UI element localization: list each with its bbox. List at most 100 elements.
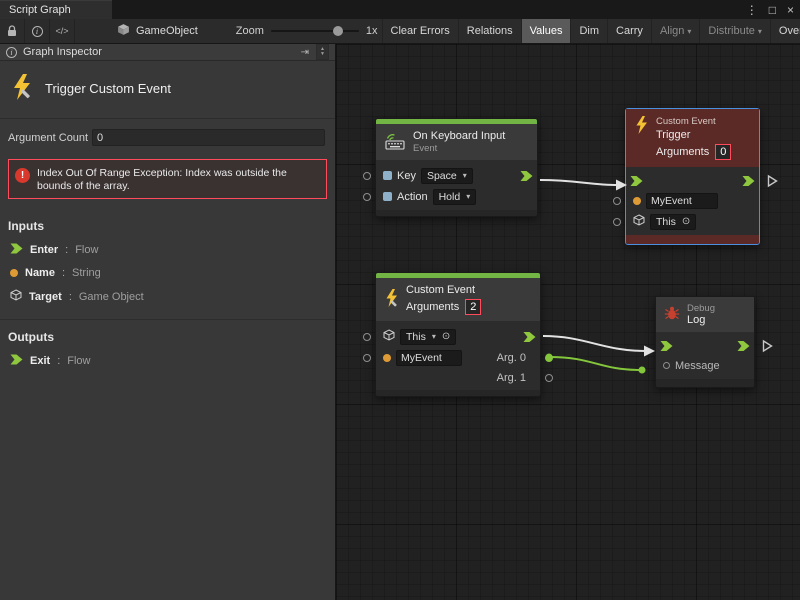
node-debug-log[interactable]: Debug Log Message bbox=[655, 296, 755, 388]
gameobject-cube-icon bbox=[383, 329, 395, 344]
port-row-enter: Enter : Flow bbox=[10, 243, 327, 257]
flow-input-port[interactable] bbox=[630, 176, 643, 187]
error-message-box: ! Index Out Of Range Exception: Index wa… bbox=[8, 159, 327, 199]
flow-output-port[interactable] bbox=[523, 331, 536, 342]
gameobject-cube-icon bbox=[633, 214, 645, 229]
inspector-title: Graph Inspector bbox=[23, 46, 102, 58]
node-footer bbox=[376, 210, 537, 216]
values-button[interactable]: Values bbox=[521, 19, 571, 43]
node-category: Custom Event bbox=[656, 116, 731, 127]
flow-output-port[interactable] bbox=[737, 341, 750, 352]
zoom-slider[interactable] bbox=[271, 25, 359, 37]
target-dropdown[interactable]: This ⊙ bbox=[650, 214, 696, 230]
inputs-title: Inputs bbox=[8, 219, 327, 233]
chevron-down-icon: ▾ bbox=[432, 332, 436, 341]
gameobject-cube-icon bbox=[10, 289, 22, 304]
keycode-type-icon bbox=[383, 171, 392, 180]
gameobject-selector[interactable]: GameObject bbox=[107, 19, 208, 43]
wire-endpoint-dot bbox=[639, 367, 646, 374]
event-name-input[interactable] bbox=[646, 193, 718, 209]
port-row-target: This ▾ ⊙ bbox=[376, 326, 540, 347]
overview-button[interactable]: Overview bbox=[770, 19, 800, 43]
node-footer bbox=[376, 390, 540, 396]
scroll-arrows-icon[interactable]: ▲ ▼ bbox=[316, 44, 329, 60]
info-icon[interactable]: i bbox=[25, 19, 50, 43]
node-header: Custom Event Trigger Arguments 0 bbox=[626, 109, 759, 167]
message-input-port[interactable] bbox=[663, 362, 670, 369]
wire-arguments-to-log[interactable] bbox=[543, 336, 646, 351]
object-picker-icon: ⊙ bbox=[442, 331, 450, 342]
lightning-icon bbox=[10, 74, 34, 103]
graph-canvas[interactable]: On Keyboard Input Event Key Space ▾ bbox=[336, 44, 800, 600]
inputs-section: Inputs Enter : Flow Name : String Target… bbox=[0, 209, 335, 316]
arg1-output-port[interactable] bbox=[545, 374, 553, 382]
input-port[interactable] bbox=[363, 354, 371, 362]
node-header: Debug Log bbox=[656, 297, 754, 332]
lock-icon[interactable] bbox=[0, 19, 25, 43]
flow-output-port[interactable] bbox=[742, 176, 755, 187]
arg0-output-port[interactable] bbox=[545, 354, 553, 362]
play-triangle-icon[interactable] bbox=[762, 340, 773, 353]
selected-node-title-block: Trigger Custom Event bbox=[0, 61, 335, 119]
relations-button[interactable]: Relations bbox=[458, 19, 521, 43]
dock-icon[interactable]: ⇥ bbox=[301, 47, 309, 58]
message-label: Message bbox=[675, 360, 720, 372]
graph-toolbar: i </> GameObject Zoom 1x Clear Errors Re… bbox=[0, 19, 800, 44]
play-triangle-icon[interactable] bbox=[767, 175, 778, 188]
port-row-action: Action Hold ▾ bbox=[376, 186, 537, 207]
node-title: Log bbox=[687, 314, 715, 326]
lightning-icon bbox=[634, 116, 649, 137]
lightning-icon bbox=[384, 289, 399, 310]
unity-visual-scripting-window: Script Graph ⋮ □ × i </> GameObject Zoom… bbox=[0, 0, 800, 600]
node-body: Message bbox=[656, 332, 754, 379]
flow-output-port[interactable] bbox=[520, 170, 533, 181]
key-dropdown[interactable]: Space ▾ bbox=[421, 168, 473, 184]
arg1-label: Arg. 1 bbox=[497, 372, 526, 384]
target-dropdown[interactable]: This ▾ ⊙ bbox=[400, 329, 456, 345]
flow-port-row bbox=[626, 172, 759, 190]
node-footer bbox=[656, 379, 754, 387]
zoom-value: 1x bbox=[366, 25, 378, 37]
node-title: Custom Event bbox=[406, 284, 481, 296]
gameobject-label: GameObject bbox=[136, 25, 198, 37]
node-custom-event[interactable]: Custom Event Arguments 2 This ▾ ⊙ bbox=[375, 272, 541, 397]
port-row-name: Name : String bbox=[10, 267, 327, 279]
chevron-down-icon: ▾ bbox=[463, 171, 467, 180]
input-port[interactable] bbox=[363, 333, 371, 341]
keyboard-icon bbox=[384, 132, 406, 153]
input-port[interactable] bbox=[613, 197, 621, 205]
toolbar-buttons: Clear Errors Relations Values Dim Carry … bbox=[382, 19, 800, 43]
code-icon[interactable]: </> bbox=[50, 19, 75, 43]
maximize-icon[interactable]: □ bbox=[769, 3, 776, 17]
distribute-button[interactable]: Distribute ▾ bbox=[699, 19, 769, 43]
argument-count-row: Argument Count bbox=[0, 119, 335, 150]
action-dropdown[interactable]: Hold ▾ bbox=[433, 189, 477, 205]
node-trigger-custom-event[interactable]: Custom Event Trigger Arguments 0 bbox=[625, 108, 760, 245]
flow-input-port[interactable] bbox=[660, 341, 673, 352]
dim-button[interactable]: Dim bbox=[570, 19, 607, 43]
event-name-input[interactable] bbox=[396, 350, 462, 366]
clear-errors-button[interactable]: Clear Errors bbox=[382, 19, 458, 43]
wire-arg0-to-message[interactable] bbox=[549, 357, 642, 370]
flow-port-row bbox=[656, 337, 754, 355]
wire-keyboard-to-trigger[interactable] bbox=[540, 180, 618, 185]
argument-count-input[interactable] bbox=[92, 129, 325, 146]
node-title: Trigger bbox=[656, 129, 731, 141]
input-port[interactable] bbox=[363, 193, 371, 201]
arguments-label: Arguments bbox=[656, 146, 709, 158]
menu-icon[interactable]: ⋮ bbox=[746, 3, 758, 17]
zoom-slider-knob[interactable] bbox=[333, 26, 343, 36]
input-port[interactable] bbox=[613, 218, 621, 226]
align-button[interactable]: Align ▾ bbox=[651, 19, 699, 43]
input-port[interactable] bbox=[363, 172, 371, 180]
node-category: Debug bbox=[687, 303, 715, 314]
port-row-target: This ⊙ bbox=[626, 211, 759, 232]
zoom-label: Zoom bbox=[236, 25, 264, 37]
node-header: On Keyboard Input Event bbox=[376, 124, 537, 160]
tab-script-graph[interactable]: Script Graph bbox=[0, 0, 112, 19]
carry-button[interactable]: Carry bbox=[607, 19, 651, 43]
node-on-keyboard-input[interactable]: On Keyboard Input Event Key Space ▾ bbox=[375, 118, 538, 217]
gameobject-icon bbox=[117, 23, 130, 39]
inspector-header-icons: ⇥ ▲ ▼ bbox=[301, 44, 329, 60]
close-icon[interactable]: × bbox=[787, 3, 794, 17]
